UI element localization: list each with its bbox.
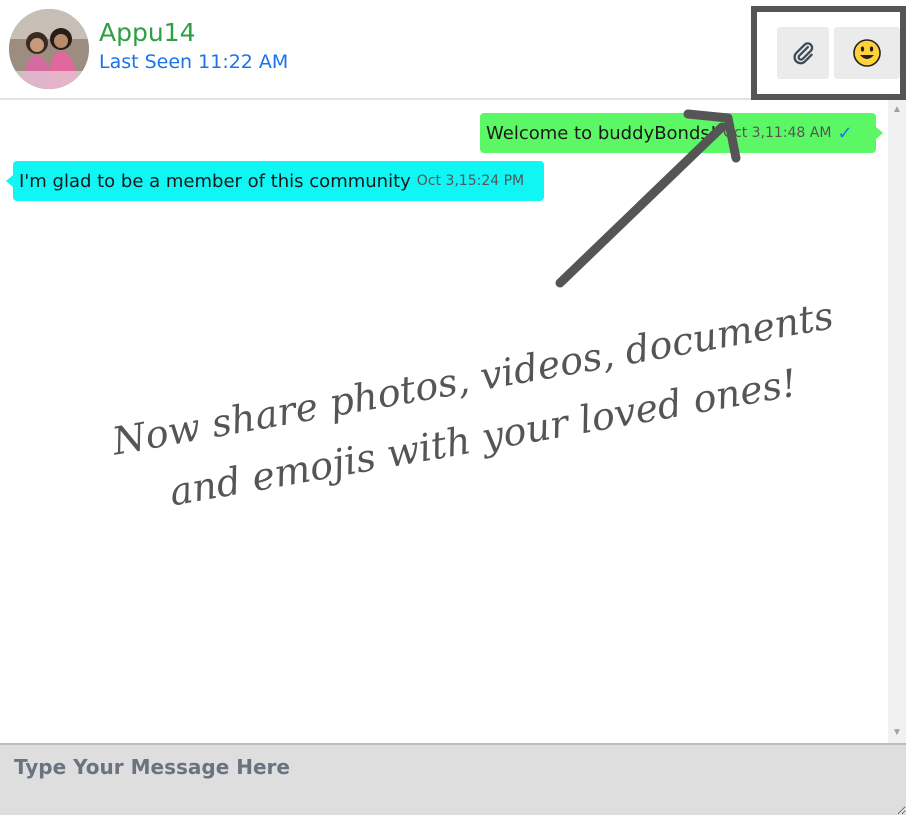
- message-input[interactable]: [0, 745, 906, 815]
- user-name: Appu14: [99, 18, 196, 47]
- pointer-arrow-icon: [555, 109, 741, 288]
- last-seen-status: Last Seen 11:22 AM: [99, 51, 289, 73]
- scroll-up-arrow-icon[interactable]: ▲: [891, 104, 903, 116]
- paperclip-icon: [793, 42, 814, 65]
- attachment-emoji-highlight-box: [751, 6, 906, 100]
- smiley-emoji-icon: [853, 39, 881, 67]
- avatar-photo-icon: [9, 9, 89, 89]
- chat-scrollbar[interactable]: ▲ ▼: [888, 100, 906, 743]
- chat-header: Appu14 Last Seen 11:22 AM: [0, 0, 906, 100]
- user-avatar[interactable]: [9, 9, 89, 89]
- scroll-down-arrow-icon[interactable]: ▼: [891, 727, 903, 739]
- chat-messages-area[interactable]: Welcome to buddyBonds! Oct 3,11:48 AM ✓ …: [0, 100, 906, 743]
- emoji-button[interactable]: [834, 27, 900, 79]
- message-input-bar: [0, 743, 906, 815]
- attach-button[interactable]: [777, 27, 829, 79]
